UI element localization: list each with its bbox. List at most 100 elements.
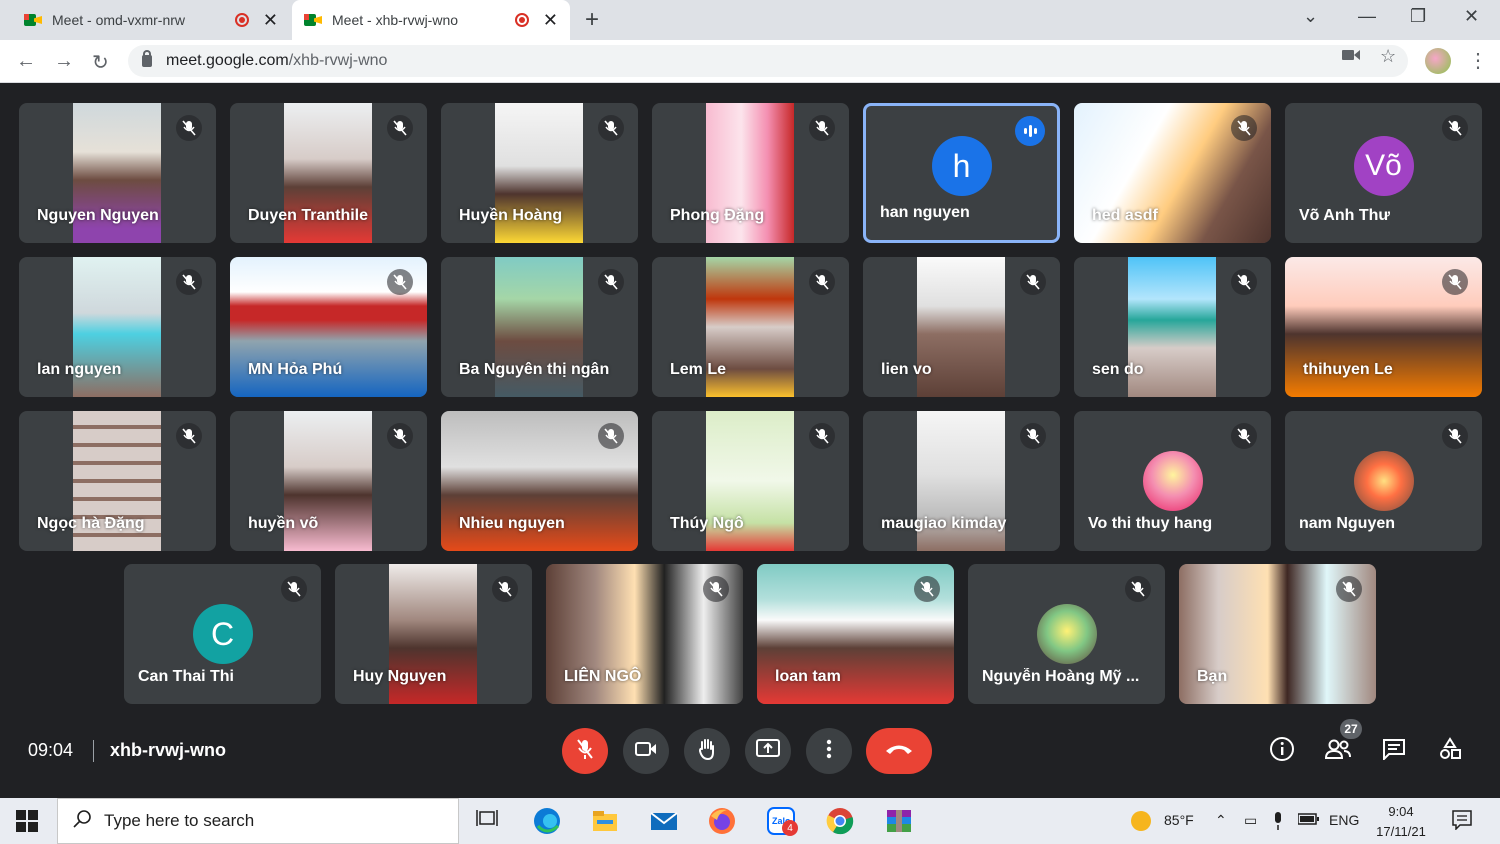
leave-call-button[interactable] <box>866 728 932 774</box>
participant-name: Can Thai Thi <box>138 668 234 685</box>
participant-tile[interactable]: Vo thi thuy hang <box>1074 411 1271 551</box>
new-tab-button[interactable]: + <box>585 6 599 34</box>
participant-tile[interactable]: Ngọc hà Đặng <box>19 411 216 551</box>
more-options-button[interactable] <box>806 728 852 774</box>
mic-off-icon <box>1231 115 1257 141</box>
activities-button[interactable] <box>1433 734 1467 768</box>
firefox-icon[interactable] <box>707 806 737 836</box>
close-window-icon[interactable]: ✕ <box>1464 6 1479 27</box>
file-explorer-icon[interactable] <box>590 806 620 836</box>
device-icon[interactable]: ▭ <box>1244 812 1257 829</box>
restore-icon[interactable]: ❐ <box>1410 6 1426 27</box>
mic-off-icon <box>1442 423 1468 449</box>
participant-tile[interactable]: nam Nguyen <box>1285 411 1482 551</box>
participant-tile[interactable]: loan tam <box>757 564 954 704</box>
mic-off-icon <box>281 576 307 602</box>
participant-tile[interactable]: Nhieu nguyen <box>441 411 638 551</box>
participant-tile[interactable]: huyền võ <box>230 411 427 551</box>
participant-tile[interactable]: Nguyen Nguyen <box>19 103 216 243</box>
mic-off-icon <box>387 115 413 141</box>
participant-tile[interactable]: thihuyen Le <box>1285 257 1482 397</box>
participant-tile[interactable]: Nguyễn Hoàng Mỹ ... <box>968 564 1165 704</box>
tab-meet-1[interactable]: Meet - omd-vxmr-nrw ✕ <box>12 0 290 40</box>
mic-off-icon <box>1336 576 1362 602</box>
mic-off-icon <box>1442 115 1468 141</box>
weather-sun-icon[interactable] <box>1130 810 1152 835</box>
microphone-icon[interactable] <box>1272 812 1284 833</box>
mail-icon[interactable] <box>649 806 679 836</box>
search-placeholder: Type here to search <box>104 811 255 830</box>
participant-tile[interactable]: lan nguyen <box>19 257 216 397</box>
participant-tile[interactable]: Võ Võ Anh Thư <box>1285 103 1482 243</box>
participant-tile[interactable]: Huy Nguyen <box>335 564 532 704</box>
participant-tile[interactable]: maugiao kimday <box>863 411 1060 551</box>
search-icon <box>72 809 92 834</box>
participant-tile[interactable]: Thúy Ngô <box>652 411 849 551</box>
mic-off-icon <box>1442 269 1468 295</box>
participants-button[interactable] <box>1321 734 1355 768</box>
people-icon <box>1324 738 1352 765</box>
present-icon <box>756 738 780 764</box>
chat-button[interactable] <box>1377 734 1411 768</box>
windows-taskbar: Type here to search Zalo 4 85°F ⌃ ▭ ENG … <box>0 798 1500 844</box>
profile-avatar[interactable] <box>1425 48 1451 74</box>
participant-tile[interactable]: LIÊN NGÔ <box>546 564 743 704</box>
more-vert-icon <box>826 739 832 764</box>
participant-tile[interactable]: Ba Nguyên thị ngân <box>441 257 638 397</box>
tab-search-icon[interactable]: ⌄ <box>1303 6 1318 27</box>
meeting-details-button[interactable] <box>1265 734 1299 768</box>
participant-photo <box>1036 604 1097 664</box>
mic-off-icon <box>176 115 202 141</box>
winrar-icon[interactable] <box>884 806 914 836</box>
tray-chevron-icon[interactable]: ⌃ <box>1215 812 1227 829</box>
participant-tile[interactable]: hed asdf <box>1074 103 1271 243</box>
participant-tile[interactable]: sen do <box>1074 257 1271 397</box>
language-indicator[interactable]: ENG <box>1329 812 1359 828</box>
speaking-indicator-icon <box>1015 116 1045 146</box>
chrome-icon[interactable] <box>825 806 855 836</box>
participant-tile[interactable]: MN Hỏa Phú <box>230 257 427 397</box>
recording-icon <box>514 13 529 27</box>
participant-name: Võ Anh Thư <box>1299 207 1390 224</box>
url-input[interactable]: meet.google.com /xhb-rvwj-wno <box>128 45 1408 77</box>
present-screen-button[interactable] <box>745 728 791 774</box>
camera-permission-icon[interactable] <box>1342 46 1360 67</box>
participant-name: maugiao kimday <box>881 515 1007 532</box>
task-view-icon[interactable] <box>474 806 504 836</box>
participant-name: nam Nguyen <box>1299 515 1396 532</box>
taskbar-search-input[interactable]: Type here to search <box>57 798 459 844</box>
url-path: /xhb-rvwj-wno <box>288 52 388 69</box>
close-tab-icon[interactable]: ✕ <box>263 10 278 31</box>
back-icon[interactable]: ← <box>16 50 36 73</box>
notifications-icon[interactable] <box>1452 810 1472 833</box>
minimize-icon[interactable]: — <box>1358 6 1376 27</box>
camera-toggle-button[interactable] <box>623 728 669 774</box>
bookmark-star-icon[interactable]: ☆ <box>1380 46 1396 67</box>
edge-icon[interactable] <box>532 806 562 836</box>
close-tab-icon[interactable]: ✕ <box>543 10 558 31</box>
battery-icon[interactable] <box>1297 812 1320 828</box>
participant-tile[interactable]: Huyền Hoàng <box>441 103 638 243</box>
zalo-icon[interactable]: Zalo 4 <box>766 806 798 836</box>
windows-start-icon[interactable] <box>16 810 38 832</box>
mic-toggle-button[interactable] <box>562 728 608 774</box>
tab-meet-2[interactable]: Meet - xhb-rvwj-wno ✕ <box>292 0 570 40</box>
participant-tile[interactable]: Bạn <box>1179 564 1376 704</box>
participant-tile[interactable]: Phong Đặng <box>652 103 849 243</box>
weather-temp[interactable]: 85°F <box>1164 812 1194 828</box>
raise-hand-button[interactable] <box>684 728 730 774</box>
forward-icon[interactable]: → <box>54 50 74 73</box>
system-clock[interactable]: 9:04 17/11/21 <box>1368 802 1434 842</box>
participant-tile[interactable]: lien vo <box>863 257 1060 397</box>
participant-avatar: h <box>931 136 992 196</box>
mic-off-icon <box>576 738 594 765</box>
participant-name: Ngọc hà Đặng <box>37 515 145 532</box>
info-icon <box>1269 736 1295 767</box>
reload-icon[interactable]: ↻ <box>92 50 109 75</box>
participant-tile[interactable]: Lem Le <box>652 257 849 397</box>
mic-off-icon <box>809 115 835 141</box>
participant-tile[interactable]: Duyen Tranthile <box>230 103 427 243</box>
browser-menu-icon[interactable]: ⋮ <box>1468 48 1488 73</box>
participant-tile[interactable]: C Can Thai Thi <box>124 564 321 704</box>
participant-tile[interactable]: h han nguyen <box>863 103 1060 243</box>
